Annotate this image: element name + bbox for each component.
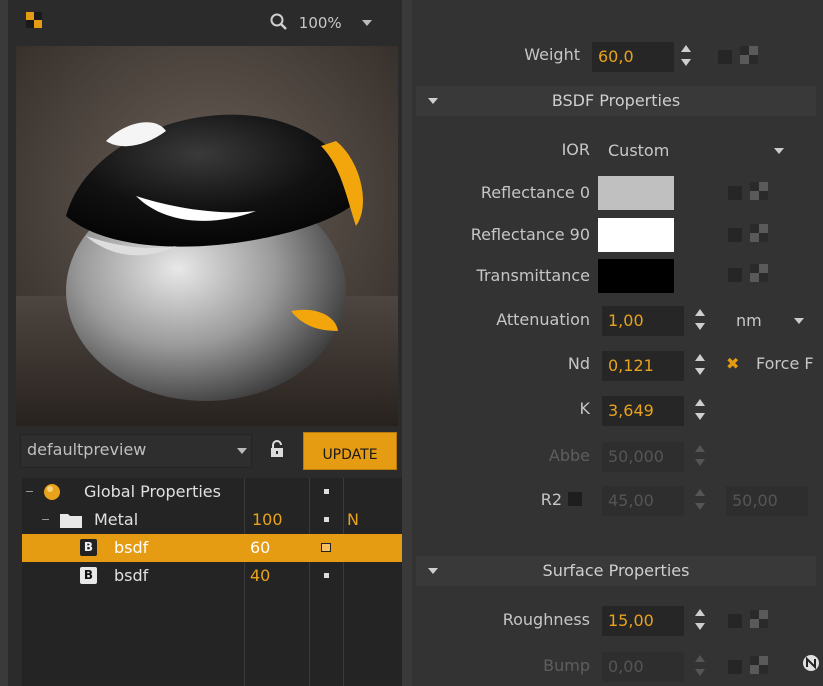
texture-checker-icon[interactable] — [750, 656, 768, 674]
tree-row-label: Metal — [94, 510, 139, 529]
reflectance90-swatch[interactable] — [598, 218, 674, 252]
bsdf-badge: B — [80, 539, 97, 556]
r2-toggle[interactable] — [568, 492, 582, 506]
tree-row-bsdf-selected[interactable]: B bsdf 60 — [22, 534, 402, 562]
magnifier-icon — [270, 13, 287, 30]
abbe-spinner[interactable] — [694, 442, 706, 470]
transmittance-label: Transmittance — [476, 266, 590, 285]
r2-label: R2 — [540, 490, 562, 509]
texture-checker-icon[interactable] — [740, 46, 758, 64]
reflectance0-label: Reflectance 0 — [480, 183, 590, 202]
weight-input[interactable]: 60,0 — [592, 42, 674, 72]
collapse-icon[interactable] — [42, 519, 49, 520]
zoom-control[interactable]: 100% — [270, 13, 373, 32]
ior-label: IOR — [561, 140, 590, 159]
ior-select-value: Custom — [608, 141, 670, 160]
texture-checker-icon[interactable] — [750, 182, 768, 200]
tree-row-label: bsdf — [114, 566, 149, 585]
preview-scene-value: defaultpreview — [27, 440, 147, 459]
r2-input-1[interactable]: 45,00 — [602, 486, 684, 516]
attenuation-spinner[interactable] — [694, 306, 706, 334]
weight-link-toggle[interactable] — [718, 50, 732, 64]
bsdf-section-header[interactable]: BSDF Properties — [416, 86, 816, 116]
tree-row-value: 40 — [250, 566, 271, 585]
bsdf-badge: B — [80, 567, 97, 584]
nd-label: Nd — [567, 354, 590, 373]
k-label: K — [579, 399, 591, 418]
preview-render — [16, 46, 398, 426]
nd-spinner[interactable] — [694, 351, 706, 379]
tree-row-value: 100 — [252, 510, 283, 529]
abbe-label: Abbe — [548, 446, 590, 465]
texture-checker-icon[interactable] — [750, 264, 768, 282]
weight-label: Weight — [524, 45, 580, 64]
r2-input-2[interactable]: 50,00 — [726, 486, 808, 516]
tree-row-value: 60 — [250, 538, 271, 557]
tree-row-label: Global Properties — [84, 482, 221, 501]
material-tree: Global Properties Metal 100 N B bsdf 60 … — [22, 478, 402, 686]
bump-input[interactable]: 0,00 — [602, 652, 684, 682]
sphere-icon — [44, 484, 60, 500]
bsdf-section-title: BSDF Properties — [551, 91, 681, 110]
roughness-link-toggle[interactable] — [728, 614, 742, 628]
folder-icon — [60, 514, 82, 528]
zoom-level: 100% — [298, 14, 342, 32]
ior-select[interactable]: Custom — [602, 136, 792, 166]
reflectance90-label: Reflectance 90 — [470, 225, 590, 244]
tree-row-bsdf[interactable]: B bsdf 40 — [22, 562, 402, 590]
chevron-down-icon — [774, 148, 784, 154]
lock-icon[interactable] — [270, 440, 284, 462]
nd-input[interactable]: 0,121 — [602, 351, 684, 381]
bump-spinner[interactable] — [694, 652, 706, 680]
attenuation-input[interactable]: 1,00 — [602, 306, 684, 336]
tree-row-label: bsdf — [114, 538, 149, 557]
bump-link-toggle[interactable] — [728, 660, 742, 674]
app-logo-icon — [26, 12, 42, 28]
weight-spinner[interactable] — [680, 42, 692, 70]
chevron-down-icon — [794, 318, 804, 324]
reflectance0-link-toggle[interactable] — [728, 186, 742, 200]
reflectance0-swatch[interactable] — [598, 176, 674, 210]
surface-section-header[interactable]: Surface Properties — [416, 556, 816, 586]
roughness-label: Roughness — [502, 610, 590, 629]
roughness-input[interactable]: 15,00 — [602, 606, 684, 636]
update-button[interactable]: UPDATE — [303, 432, 397, 470]
texture-checker-icon[interactable] — [750, 224, 768, 242]
chevron-down-icon — [237, 448, 247, 454]
attenuation-unit-select[interactable]: nm — [730, 306, 812, 336]
visibility-dot[interactable] — [324, 489, 329, 494]
attenuation-unit-value: nm — [736, 311, 762, 330]
visibility-dot[interactable] — [324, 573, 329, 578]
transmittance-swatch[interactable] — [598, 259, 674, 293]
properties-panel: Weight 60,0 BSDF Properties IOR Custom R… — [412, 0, 823, 686]
visibility-dot[interactable] — [321, 543, 331, 552]
visibility-dot[interactable] — [324, 517, 329, 522]
texture-checker-icon[interactable] — [750, 610, 768, 628]
tree-row-metal[interactable]: Metal 100 N — [22, 506, 402, 534]
bump-label: Bump — [543, 656, 590, 675]
zoom-dropdown-icon[interactable] — [362, 20, 373, 26]
close-x-icon[interactable]: ✖ — [726, 354, 739, 373]
preview-toolbar: 100% — [8, 0, 402, 44]
k-spinner[interactable] — [694, 396, 706, 424]
abbe-input[interactable]: 50,000 — [602, 442, 684, 472]
transmittance-link-toggle[interactable] — [728, 268, 742, 282]
collapse-icon[interactable] — [26, 491, 33, 492]
attenuation-label: Attenuation — [496, 310, 590, 329]
material-preview[interactable] — [16, 46, 398, 426]
tree-row-global-properties[interactable]: Global Properties — [22, 478, 402, 506]
preview-scene-select[interactable]: defaultpreview — [20, 434, 252, 468]
r2-spinner-1[interactable] — [694, 486, 706, 514]
normal-map-icon[interactable] — [802, 654, 820, 672]
reflectance90-link-toggle[interactable] — [728, 228, 742, 242]
roughness-spinner[interactable] — [694, 606, 706, 634]
surface-section-title: Surface Properties — [542, 561, 690, 580]
tree-row-flag: N — [347, 510, 359, 529]
k-input[interactable]: 3,649 — [602, 396, 684, 426]
force-label: Force F — [756, 354, 814, 373]
